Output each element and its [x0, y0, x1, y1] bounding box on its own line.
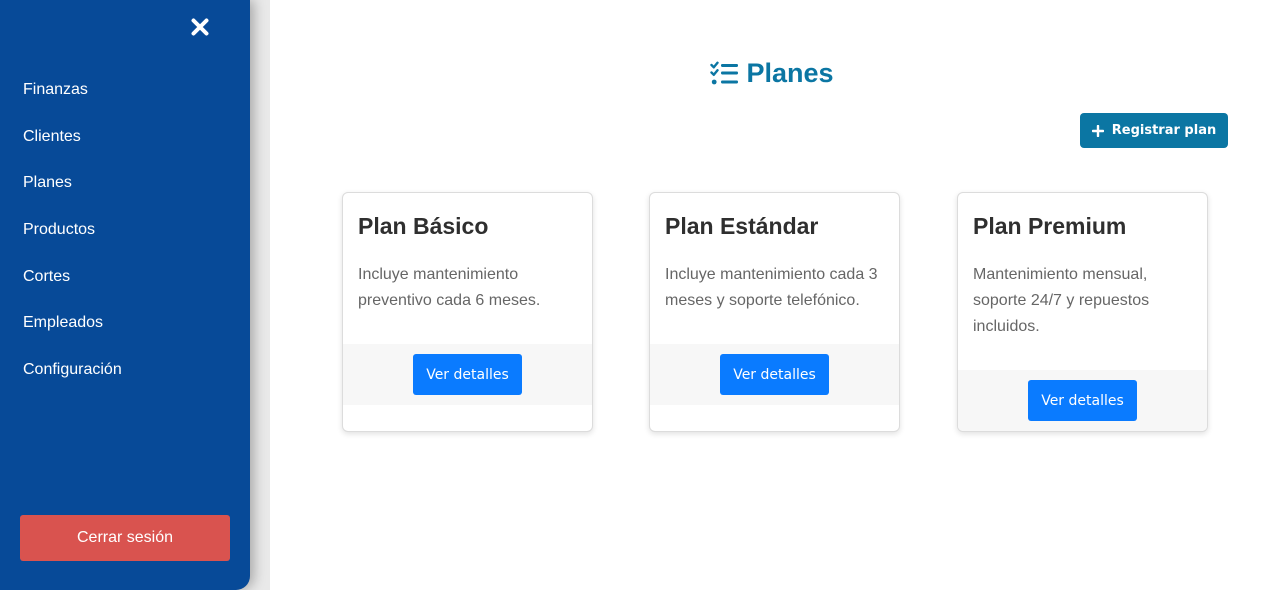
plus-icon: [1091, 124, 1104, 137]
plan-card-title: Plan Premium: [973, 213, 1127, 239]
register-plan-label: Registrar plan: [1111, 123, 1217, 138]
view-details-button[interactable]: Ver detalles: [413, 354, 522, 395]
sidebar-item-clientes[interactable]: Clientes: [23, 125, 122, 172]
page-title-text: Planes: [746, 58, 834, 88]
plan-card-title: Plan Estándar: [665, 213, 819, 239]
main-content: Planes Registrar plan Plan Básico Incluy…: [270, 0, 1274, 590]
plan-card-title: Plan Básico: [358, 213, 489, 239]
sidebar-nav: Finanzas Clientes Planes Productos Corte…: [23, 78, 122, 405]
register-plan-button[interactable]: Registrar plan: [1080, 113, 1228, 148]
plan-card-premium: Plan Premium Mantenimiento mensual, sopo…: [957, 192, 1208, 432]
plan-card-basico: Plan Básico Incluye mantenimiento preven…: [342, 192, 593, 432]
page-title: Planes: [270, 58, 1274, 89]
plan-card-description: Incluye mantenimiento cada 3 meses y sop…: [665, 266, 878, 309]
logout-button[interactable]: Cerrar sesión: [20, 515, 230, 561]
plan-card-footer: Ver detalles: [958, 370, 1207, 431]
plan-card-footer: Ver detalles: [343, 344, 592, 405]
plan-card-description: Incluye mantenimiento preventivo cada 6 …: [358, 266, 541, 309]
sidebar-item-cortes[interactable]: Cortes: [23, 265, 122, 312]
plan-card-footer: Ver detalles: [650, 344, 899, 405]
view-details-button[interactable]: Ver detalles: [1028, 380, 1137, 421]
close-x-icon: [191, 18, 209, 36]
sidebar-item-productos[interactable]: Productos: [23, 218, 122, 265]
sidebar-item-finanzas[interactable]: Finanzas: [23, 78, 122, 125]
plan-card-description: Mantenimiento mensual, soporte 24/7 y re…: [973, 266, 1150, 335]
list-check-icon: [710, 61, 739, 86]
view-details-button[interactable]: Ver detalles: [720, 354, 829, 395]
plan-card-estandar: Plan Estándar Incluye mantenimiento cada…: [649, 192, 900, 432]
sidebar-item-empleados[interactable]: Empleados: [23, 311, 122, 358]
close-sidebar-button[interactable]: [187, 14, 213, 40]
sidebar-item-planes[interactable]: Planes: [23, 171, 122, 218]
sidebar-item-configuracion[interactable]: Configuración: [23, 358, 122, 405]
sidebar: Finanzas Clientes Planes Productos Corte…: [0, 0, 250, 590]
